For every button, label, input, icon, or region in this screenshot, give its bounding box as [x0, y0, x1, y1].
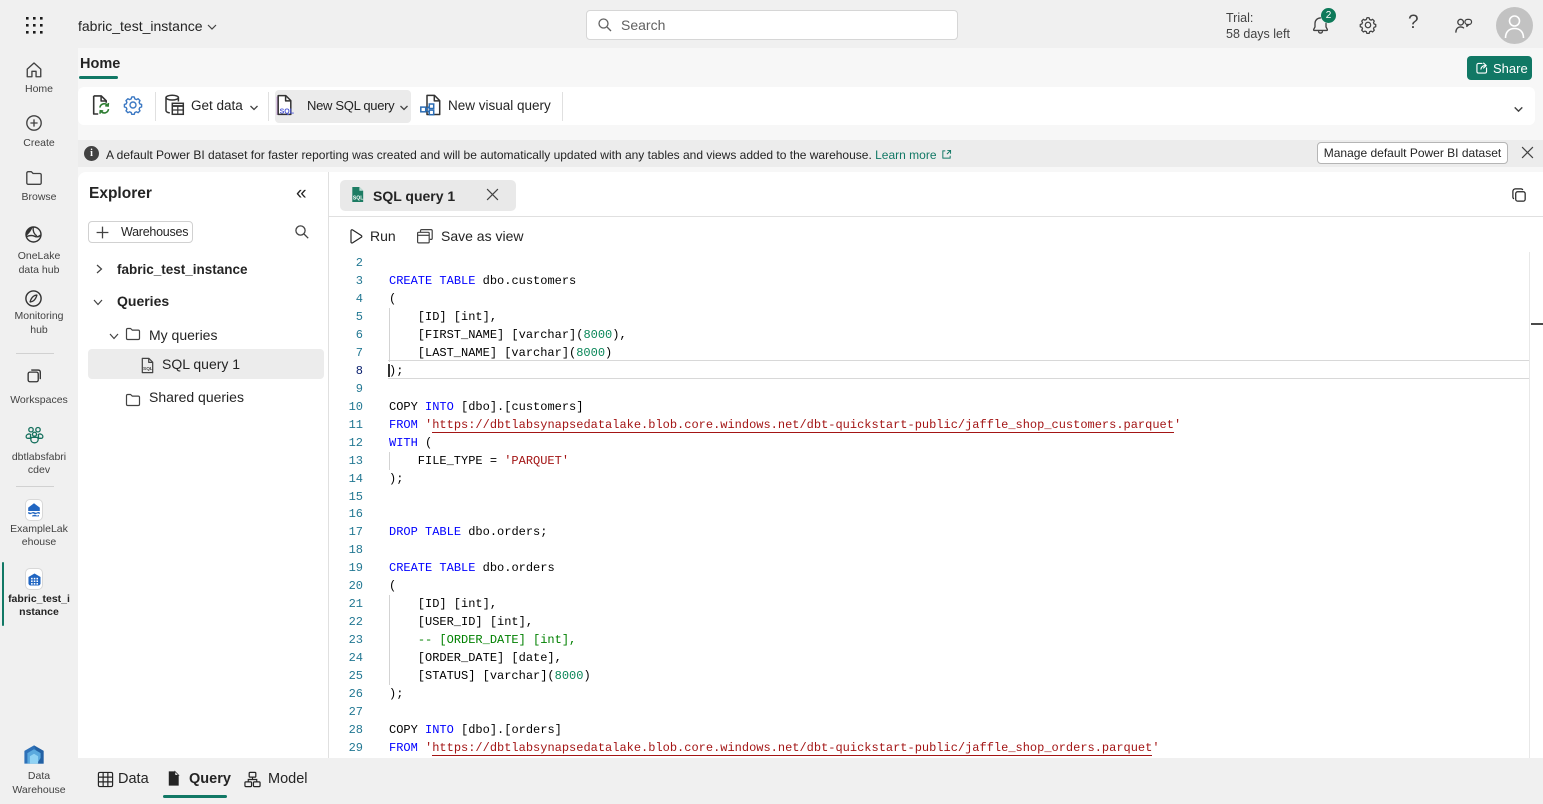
svg-text:SQL: SQL: [143, 366, 153, 372]
svg-text:SQL: SQL: [353, 195, 363, 201]
svg-text:SQL: SQL: [280, 109, 295, 116]
